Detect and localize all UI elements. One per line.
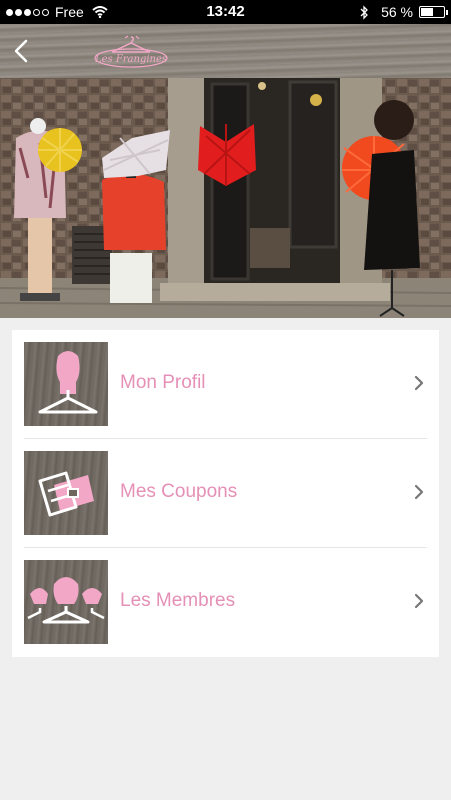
menu-item-label: Mes Coupons (120, 481, 238, 502)
navigation-bar: Les Frangines (0, 24, 451, 78)
status-right: 56 % (360, 4, 448, 20)
svg-text:Les Frangines: Les Frangines (94, 54, 167, 65)
coupon-icon (24, 451, 108, 535)
status-bar: Free 13:42 56 % (0, 0, 451, 24)
chevron-left-icon (14, 39, 28, 63)
profile-icon (24, 342, 108, 426)
back-button[interactable] (6, 34, 36, 68)
members-icon-graphic (27, 577, 105, 624)
menu-item-mes-coupons[interactable]: Mes Coupons (12, 439, 439, 548)
battery-icon (419, 6, 448, 18)
menu-item-label: Mon Profil (120, 372, 206, 393)
battery-percentage: 56 % (381, 4, 413, 20)
app-screen: Free 13:42 56 % Les Frangines Mon Profil… (0, 0, 451, 800)
battery-fill (421, 8, 434, 16)
menu-list: Mon Profil Mes Coupons Les Membres (12, 330, 439, 657)
chevron-right-icon (414, 593, 424, 609)
menu-item-les-membres[interactable]: Les Membres (12, 548, 439, 657)
chevron-right-icon (414, 375, 424, 391)
menu-item-mon-profil[interactable]: Mon Profil (12, 330, 439, 439)
coupon-icon-graphic (38, 471, 94, 517)
members-icon (24, 560, 108, 644)
profile-icon-graphic (38, 351, 98, 414)
menu-item-label: Les Membres (120, 590, 236, 611)
bluetooth-icon (360, 4, 368, 20)
chevron-right-icon (414, 484, 424, 500)
brand-logo: Les Frangines (94, 35, 168, 68)
storefront-photo (0, 78, 451, 318)
